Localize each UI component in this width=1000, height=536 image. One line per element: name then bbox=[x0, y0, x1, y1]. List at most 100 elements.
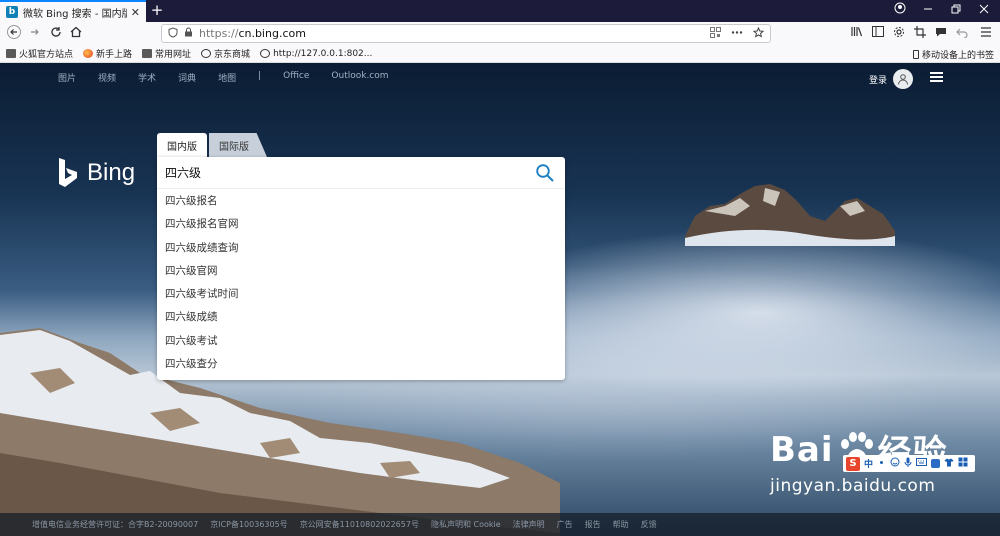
close-window-icon[interactable] bbox=[970, 0, 998, 22]
ime-toolbox-icon[interactable] bbox=[958, 457, 968, 470]
bing-b-logo-icon bbox=[59, 158, 77, 187]
lock-icon[interactable] bbox=[184, 27, 193, 40]
watermark-url: jingyan.baidu.com bbox=[770, 476, 936, 496]
search-input[interactable] bbox=[165, 165, 535, 180]
user-icon bbox=[898, 74, 909, 85]
bookmark-item[interactable]: 京东商城 bbox=[201, 47, 250, 60]
avatar bbox=[893, 69, 914, 89]
search-box: 四六级报名 四六级报名官网 四六级成绩查询 四六级官网 四六级考试时间 四六级成… bbox=[157, 157, 565, 381]
nav-separator: | bbox=[258, 71, 262, 81]
bing-menu-icon[interactable] bbox=[930, 72, 943, 82]
bookmark-label: 新手上路 bbox=[96, 50, 133, 60]
footer-feedback[interactable]: 反馈 bbox=[641, 519, 657, 530]
bookmark-item[interactable]: 常用网址 bbox=[142, 47, 191, 60]
page-actions-icon[interactable] bbox=[731, 27, 743, 41]
ime-skin-icon[interactable] bbox=[931, 459, 941, 468]
nav-dictionary[interactable]: 词典 bbox=[178, 71, 196, 84]
phone-icon bbox=[912, 50, 919, 59]
bookmark-item[interactable]: 火狐官方站点 bbox=[6, 47, 73, 60]
undo-icon[interactable] bbox=[954, 26, 970, 42]
search-row bbox=[157, 157, 565, 189]
qr-code-icon[interactable] bbox=[710, 26, 721, 41]
gear-icon[interactable] bbox=[891, 26, 907, 42]
folder-icon bbox=[142, 49, 153, 58]
library-icon[interactable] bbox=[849, 26, 865, 42]
sogou-logo-icon[interactable]: S bbox=[846, 456, 860, 471]
bing-top-nav: 图片 视频 学术 词典 地图 | Office Outlook.com bbox=[58, 71, 389, 84]
forward-arrow-icon[interactable] bbox=[26, 25, 44, 43]
suggestion-list: 四六级报名 四六级报名官网 四六级成绩查询 四六级官网 四六级考试时间 四六级成… bbox=[157, 189, 565, 380]
ime-voice-icon[interactable] bbox=[904, 457, 912, 470]
footer-legal[interactable]: 法律声明 bbox=[513, 519, 545, 530]
nav-images[interactable]: 图片 bbox=[58, 71, 76, 84]
suggestion-item[interactable]: 四六级成绩查询 bbox=[157, 237, 565, 260]
browser-tab-strip: b 微软 Bing 搜索 - 国内版 ✕ + bbox=[0, 0, 1000, 22]
sogou-ime-toolbar[interactable]: S 中 bbox=[843, 455, 975, 472]
back-arrow-icon[interactable] bbox=[5, 25, 23, 43]
suggestion-item[interactable]: 四六级报名 bbox=[157, 190, 565, 213]
chat-bubble-icon[interactable] bbox=[933, 26, 949, 42]
firefox-icon bbox=[83, 49, 94, 58]
screenshot-crop-icon[interactable] bbox=[912, 26, 928, 42]
search-icon[interactable] bbox=[535, 163, 555, 183]
minimize-window-icon[interactable] bbox=[914, 0, 942, 22]
nav-office[interactable]: Office bbox=[283, 71, 309, 84]
bing-logo[interactable]: Bing bbox=[57, 157, 135, 189]
sidebar-icon[interactable] bbox=[870, 26, 886, 42]
suggestion-item[interactable]: 四六级考试 bbox=[157, 330, 565, 353]
bookmark-item[interactable]: http://127.0.0.1:802... bbox=[260, 49, 372, 59]
tab-international[interactable]: 国际版 bbox=[209, 133, 267, 157]
footer-ads[interactable]: 广告 bbox=[557, 519, 573, 530]
footer-report[interactable]: 报告 bbox=[585, 519, 601, 530]
footer-privacy[interactable]: 隐私声明和 Cookie bbox=[431, 519, 501, 530]
bing-favicon-icon: b bbox=[6, 6, 18, 18]
new-tab-button[interactable]: + bbox=[148, 0, 166, 22]
bing-wordmark: Bing bbox=[87, 159, 136, 186]
footer-icp[interactable]: 京ICP备10036305号 bbox=[210, 519, 288, 530]
mountain-peak-image bbox=[685, 184, 895, 246]
globe-icon bbox=[201, 49, 212, 58]
home-icon[interactable] bbox=[67, 25, 85, 43]
restore-window-icon[interactable] bbox=[942, 0, 970, 22]
globe-icon bbox=[260, 49, 271, 58]
tracking-shield-icon[interactable] bbox=[168, 26, 178, 41]
nav-maps[interactable]: 地图 bbox=[218, 71, 236, 84]
suggestion-item[interactable]: 四六级成绩 bbox=[157, 306, 565, 329]
ime-mode-chinese[interactable]: 中 bbox=[864, 457, 873, 470]
bookmark-star-icon[interactable] bbox=[752, 26, 765, 41]
tab-close-icon[interactable]: ✕ bbox=[131, 6, 140, 19]
suggestion-item[interactable]: 四六级查分 bbox=[157, 353, 565, 376]
tab-title: 微软 Bing 搜索 - 国内版 bbox=[23, 8, 127, 20]
suggestion-item[interactable]: 四六级报名官网 bbox=[157, 213, 565, 236]
suggestion-item[interactable]: 四六级考试时间 bbox=[157, 283, 565, 306]
menu-hamburger-icon[interactable] bbox=[978, 26, 994, 42]
login-button[interactable]: 登录 bbox=[869, 69, 914, 89]
search-region-tabs: 国内版 国际版 bbox=[157, 133, 267, 157]
nav-outlook[interactable]: Outlook.com bbox=[331, 71, 388, 84]
nav-videos[interactable]: 视频 bbox=[98, 71, 116, 84]
ime-keyboard-icon[interactable] bbox=[916, 458, 928, 469]
active-tab[interactable]: b 微软 Bing 搜索 - 国内版 ✕ bbox=[0, 0, 146, 22]
ime-emoji-icon[interactable] bbox=[890, 457, 900, 470]
folder-icon bbox=[6, 49, 16, 58]
mobile-bookmarks-label: 移动设备上的书签 bbox=[921, 51, 994, 61]
url-bar[interactable]: https://cn.bing.com bbox=[161, 24, 771, 43]
bing-footer: 增值电信业务经营许可证：合字B2-20090007 京ICP备10036305号… bbox=[0, 513, 1000, 536]
footer-police-record[interactable]: 京公网安备11010802022657号 bbox=[300, 519, 419, 530]
suggestion-item[interactable]: 四六级官网 bbox=[157, 260, 565, 283]
reload-icon[interactable] bbox=[47, 25, 65, 43]
login-label: 登录 bbox=[869, 75, 888, 86]
url-protocol: https:// bbox=[199, 27, 239, 40]
ime-punctuation-icon[interactable] bbox=[877, 458, 886, 470]
footer-help[interactable]: 帮助 bbox=[613, 519, 629, 530]
tab-domestic[interactable]: 国内版 bbox=[157, 133, 207, 157]
account-icon[interactable] bbox=[886, 0, 914, 22]
mobile-bookmarks[interactable]: 移动设备上的书签 bbox=[912, 48, 994, 61]
nav-academic[interactable]: 学术 bbox=[138, 71, 156, 84]
bookmark-item[interactable]: 新手上路 bbox=[83, 47, 132, 60]
footer-license[interactable]: 增值电信业务经营许可证：合字B2-20090007 bbox=[32, 519, 198, 530]
url-host: cn.bing.com bbox=[238, 27, 306, 40]
ime-shirt-icon[interactable] bbox=[944, 458, 954, 470]
navigation-toolbar: https://cn.bing.com bbox=[0, 22, 1000, 45]
bookmark-label: http://127.0.0.1:802... bbox=[273, 48, 373, 59]
